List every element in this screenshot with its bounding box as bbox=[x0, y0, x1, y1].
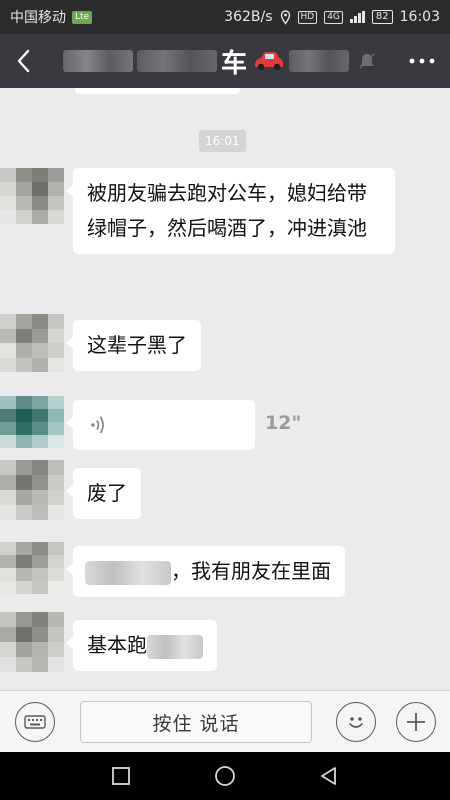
redacted-text bbox=[147, 634, 203, 659]
message-text: 废了 bbox=[87, 481, 127, 505]
input-bar: 按住 说话 bbox=[0, 690, 450, 752]
redacted-text bbox=[85, 560, 171, 585]
lte-badge: Lte bbox=[72, 10, 93, 24]
plus-icon bbox=[407, 713, 425, 731]
battery-icon: 82 bbox=[371, 10, 393, 24]
message-bubble[interactable]: 这辈子黑了 bbox=[66, 320, 201, 371]
emoji-button[interactable] bbox=[336, 702, 376, 742]
keyboard-icon bbox=[24, 715, 46, 729]
voice-message-bubble[interactable] bbox=[66, 400, 255, 450]
hd-badge: HD bbox=[297, 10, 318, 24]
system-nav-bar bbox=[0, 752, 450, 800]
carrier-name: 中国移动 bbox=[10, 10, 66, 26]
voice-duration: 12" bbox=[265, 412, 302, 434]
back-button[interactable] bbox=[0, 34, 46, 88]
carrier-group: 中国移动 Lte bbox=[10, 7, 224, 27]
message-bubble[interactable]: 被朋友骗去跑对公车，媳妇给带绿帽子，然后喝酒了，冲进滇池 bbox=[66, 168, 395, 254]
keyboard-button[interactable] bbox=[15, 702, 55, 742]
recent-apps-icon[interactable] bbox=[111, 766, 131, 786]
chat-area[interactable]: 16:01 被朋友骗去跑对公车，媳妇给带绿帽子，然后喝酒了，冲进滇池 这辈子黑了 bbox=[0, 88, 450, 690]
voice-wave-icon bbox=[91, 416, 104, 434]
more-button[interactable] bbox=[394, 34, 450, 88]
message-bubble[interactable]: 基本跑 bbox=[66, 620, 217, 671]
network-speed: 362B/s bbox=[224, 9, 273, 25]
chat-title: 车 bbox=[46, 43, 394, 80]
avatar[interactable] bbox=[0, 168, 64, 224]
redacted-title-part bbox=[136, 50, 217, 72]
avatar[interactable] bbox=[0, 612, 64, 672]
chat-timestamp: 16:01 bbox=[199, 130, 246, 152]
status-bar: 中国移动 Lte 362B/s HD 4G 82 16:03 bbox=[0, 0, 450, 34]
message-text: 被朋友骗去跑对公车，媳妇给带绿帽子，然后喝酒了，冲进滇池 bbox=[87, 181, 367, 240]
hold-to-talk-button[interactable]: 按住 说话 bbox=[80, 701, 312, 743]
back-icon[interactable] bbox=[319, 766, 339, 786]
network-type: 4G bbox=[324, 10, 343, 24]
signal-icon bbox=[349, 11, 365, 23]
avatar[interactable] bbox=[0, 460, 64, 520]
more-icon bbox=[409, 58, 435, 64]
title-bar: 车 bbox=[0, 34, 450, 88]
mute-icon bbox=[359, 53, 375, 69]
redacted-title-part bbox=[62, 50, 133, 72]
location-icon bbox=[280, 9, 290, 25]
car-emoji-icon bbox=[255, 52, 283, 71]
page-title: 车 bbox=[220, 48, 247, 79]
home-icon[interactable] bbox=[214, 765, 236, 787]
emoji-icon bbox=[349, 717, 363, 728]
redacted-title-part bbox=[289, 50, 349, 72]
message-text: ，我有朋友在里面 bbox=[171, 559, 331, 583]
avatar[interactable] bbox=[0, 396, 64, 448]
message-bubble[interactable]: 废了 bbox=[66, 468, 141, 519]
avatar[interactable] bbox=[0, 314, 64, 372]
message-text: 基本跑 bbox=[87, 633, 147, 657]
plus-button[interactable] bbox=[396, 702, 436, 742]
back-arrow-icon bbox=[17, 49, 30, 73]
message-text: 这辈子黑了 bbox=[87, 333, 187, 357]
status-right: 362B/s HD 4G 82 16:03 bbox=[224, 9, 440, 25]
avatar[interactable] bbox=[0, 542, 64, 594]
clock: 16:03 bbox=[399, 9, 440, 25]
message-bubble[interactable]: ，我有朋友在里面 bbox=[66, 546, 345, 597]
previous-message-bubble bbox=[75, 88, 240, 94]
